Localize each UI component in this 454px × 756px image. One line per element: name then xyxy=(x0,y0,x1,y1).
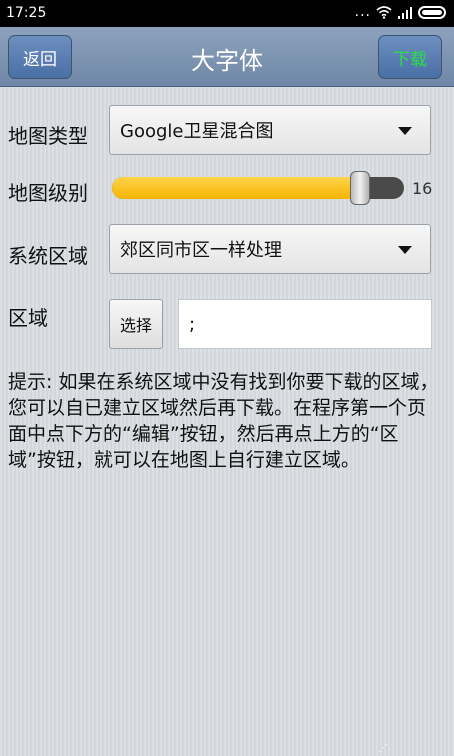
region-input[interactable]: ; xyxy=(178,299,432,349)
map-type-label: 地图类型 xyxy=(8,124,88,148)
region-label: 区域 xyxy=(8,306,48,330)
system-region-dropdown[interactable]: 郊区同市区一样处理 xyxy=(109,224,431,274)
download-button[interactable]: 下载 xyxy=(378,35,442,79)
map-level-value: 16 xyxy=(412,179,433,198)
slider-thumb[interactable] xyxy=(350,171,370,205)
chevron-down-icon xyxy=(398,246,412,254)
signal-icon xyxy=(398,6,412,19)
slider-fill xyxy=(112,177,360,199)
more-dots-icon: ... xyxy=(354,4,371,20)
hint-text: 提示: 如果在系统区域中没有找到你要下载的区域，您可以自已建立区域然后再下载。在… xyxy=(8,371,439,471)
system-region-label: 系统区域 xyxy=(8,244,88,268)
chevron-down-icon xyxy=(398,127,412,135)
map-type-value: Google卫星混合图 xyxy=(120,121,274,142)
map-level-label: 地图级别 xyxy=(8,181,88,205)
wifi-icon xyxy=(376,5,392,19)
map-type-dropdown[interactable]: Google卫星混合图 xyxy=(109,105,431,155)
map-level-slider[interactable] xyxy=(112,171,404,205)
battery-icon xyxy=(418,5,446,19)
system-region-value: 郊区同市区一样处理 xyxy=(120,240,282,261)
status-bar: 17:25 ... xyxy=(0,0,454,27)
corner-mark: ⋰ xyxy=(378,743,388,754)
select-region-button[interactable]: 选择 xyxy=(109,299,163,349)
status-icons: ... xyxy=(355,4,446,20)
status-time: 17:25 xyxy=(6,5,47,21)
title-bar: 返回 大字体 下载 xyxy=(0,27,454,87)
